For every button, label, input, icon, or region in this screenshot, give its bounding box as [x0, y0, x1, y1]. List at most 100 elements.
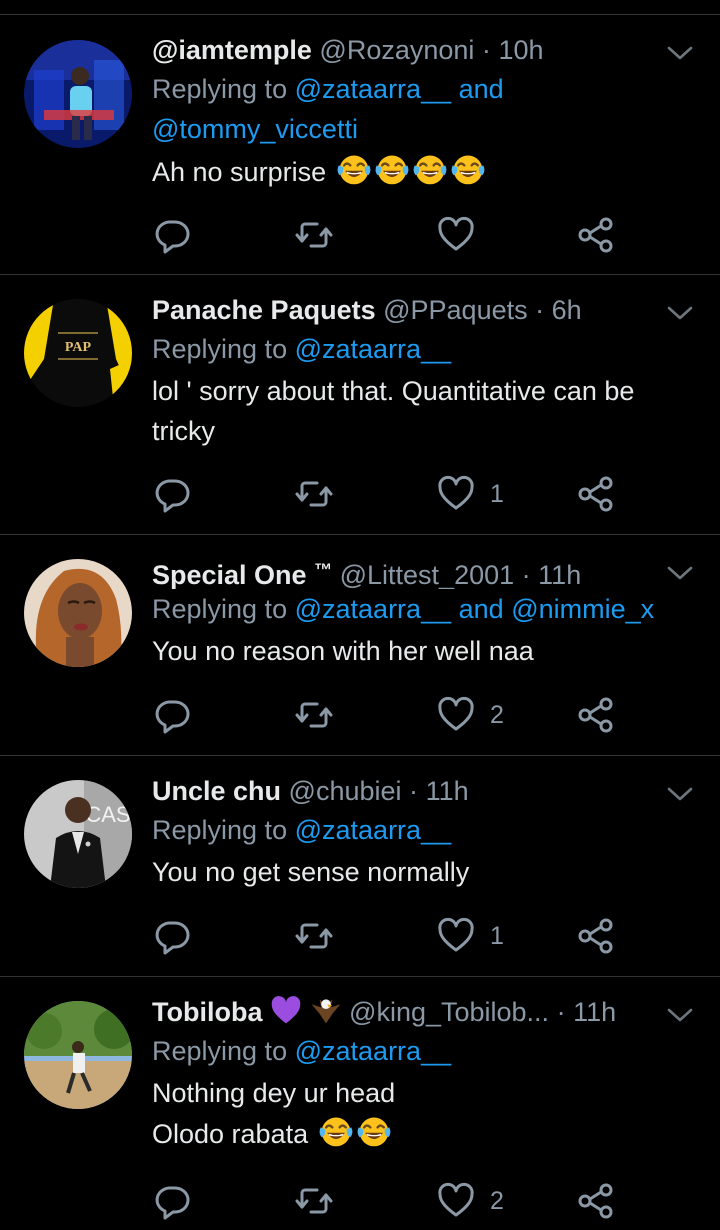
replying-to: Replying to @zataarra__	[152, 329, 692, 369]
handle[interactable]: @PPaquets	[383, 295, 528, 325]
reply-button[interactable]	[152, 215, 192, 255]
reply-button[interactable]	[152, 695, 192, 735]
like-button[interactable]: 2	[436, 1181, 504, 1221]
tweet-card[interactable]: PAP Panache Paquets @PPaquets · 6h Reply…	[0, 275, 720, 535]
chevron-down-icon[interactable]	[666, 299, 694, 327]
share-button[interactable]	[576, 1181, 616, 1221]
replying-prefix: Replying to	[152, 815, 288, 845]
mention-conjunction[interactable]: and	[459, 74, 504, 104]
tweet-card[interactable]: CAS Uncle chu @chubiei · 11h Replying to…	[0, 756, 720, 977]
like-icon	[436, 474, 476, 514]
like-count: 2	[490, 700, 504, 729]
share-icon	[576, 474, 616, 514]
tweet-text: You no reason with her well naa	[152, 631, 692, 671]
tweet-card[interactable]: @iamtemple @Rozaynoni · 10h Replying to …	[0, 15, 720, 275]
dot-separator: ·	[556, 997, 566, 1027]
display-name[interactable]: Panache Paquets	[152, 295, 376, 325]
timestamp[interactable]: 6h	[552, 295, 582, 325]
avatar-logo-text: PAP	[65, 340, 92, 355]
like-button[interactable]	[436, 215, 476, 255]
purple-heart-emoji	[270, 995, 302, 1031]
dot-separator: ·	[409, 776, 419, 806]
handle[interactable]: @chubiei	[289, 776, 402, 806]
display-name[interactable]: Tobiloba	[152, 997, 262, 1027]
reply-button[interactable]	[152, 916, 192, 956]
mention-link[interactable]: @zataarra__	[295, 74, 452, 104]
share-button[interactable]	[576, 474, 616, 514]
replying-prefix: Replying to	[152, 334, 288, 364]
avatar[interactable]: CAS	[24, 780, 132, 888]
reply-icon	[152, 916, 192, 956]
tears-of-joy-emoji	[318, 1113, 354, 1160]
tweet-text-content: Ah no surprise	[152, 157, 327, 187]
avatar[interactable]	[24, 559, 132, 667]
replying-prefix: Replying to	[152, 1036, 288, 1066]
reply-icon	[152, 215, 192, 255]
tweet-card[interactable]: Tobiloba @king_Tobilob... · 11h Replying…	[0, 977, 720, 1230]
chevron-down-icon[interactable]	[666, 1001, 694, 1029]
replying-prefix: Replying to	[152, 594, 288, 624]
handle[interactable]: @Rozaynoni	[319, 35, 474, 65]
retweet-icon	[294, 1181, 334, 1221]
tweet-text-line: lol ' sorry about that. Quantitative can…	[152, 376, 635, 406]
share-button[interactable]	[576, 695, 616, 735]
like-button[interactable]: 1	[436, 916, 504, 956]
replying-to: Replying to @zataarra__	[152, 810, 692, 850]
avatar[interactable]	[24, 1001, 132, 1109]
action-bar	[152, 215, 720, 255]
display-name[interactable]: @iamtemple	[152, 35, 312, 65]
reply-button[interactable]	[152, 1181, 192, 1221]
share-icon	[576, 695, 616, 735]
retweet-button[interactable]	[294, 215, 334, 255]
mention-conjunction[interactable]: and	[459, 594, 504, 624]
like-count: 2	[490, 1186, 504, 1215]
like-button[interactable]: 1	[436, 474, 504, 514]
tweet-text-content: You no reason with her well naa	[152, 636, 534, 666]
retweet-icon	[294, 695, 334, 735]
avatar[interactable]: PAP	[24, 299, 132, 407]
dot-separator: ·	[535, 295, 545, 325]
retweet-button[interactable]	[294, 695, 334, 735]
handle[interactable]: @Littest_2001	[340, 560, 515, 589]
mention-link[interactable]: @zataarra__	[295, 334, 452, 364]
replying-prefix: Replying to	[152, 74, 288, 104]
like-count: 1	[490, 479, 504, 508]
replying-to: Replying to @zataarra__ and @tommy_vicce…	[152, 69, 692, 149]
share-icon	[576, 916, 616, 956]
timestamp[interactable]: 11h	[538, 560, 581, 589]
chevron-down-icon[interactable]	[666, 780, 694, 808]
chevron-down-icon[interactable]	[666, 559, 694, 587]
timestamp[interactable]: 11h	[573, 997, 616, 1027]
mention-link[interactable]: @tommy_viccetti	[152, 114, 358, 144]
display-name[interactable]: Special One	[152, 560, 307, 589]
tears-of-joy-emoji	[450, 151, 486, 198]
retweet-button[interactable]	[294, 474, 334, 514]
mention-link[interactable]: @zataarra__	[295, 594, 452, 624]
retweet-button[interactable]	[294, 916, 334, 956]
like-button[interactable]: 2	[436, 695, 504, 735]
reply-icon	[152, 695, 192, 735]
eagle-emoji	[310, 993, 342, 1031]
timestamp[interactable]: 11h	[426, 776, 469, 806]
like-icon	[436, 695, 476, 735]
chevron-down-icon[interactable]	[666, 39, 694, 67]
timestamp[interactable]: 10h	[498, 35, 543, 65]
mention-link[interactable]: @nimmie_x	[511, 594, 654, 624]
like-icon	[436, 215, 476, 255]
reply-button[interactable]	[152, 474, 192, 514]
share-button[interactable]	[576, 215, 616, 255]
retweet-button[interactable]	[294, 1181, 334, 1221]
action-bar: 2	[152, 695, 720, 735]
mention-link[interactable]: @zataarra__	[295, 815, 452, 845]
action-bar: 1	[152, 474, 720, 514]
avatar[interactable]	[24, 40, 132, 148]
tears-of-joy-emoji	[412, 151, 448, 198]
display-name[interactable]: Uncle chu	[152, 776, 281, 806]
tweet-card[interactable]: Special One ™ @Littest_2001 · 11h Replyi…	[0, 535, 720, 756]
handle[interactable]: @king_Tobilob...	[349, 997, 549, 1027]
mention-link[interactable]: @zataarra__	[295, 1036, 452, 1066]
trademark-symbol: ™	[314, 560, 333, 580]
share-button[interactable]	[576, 916, 616, 956]
action-bar: 2	[152, 1181, 720, 1221]
replying-to: Replying to @zataarra__ and @nimmie_x	[152, 589, 692, 629]
